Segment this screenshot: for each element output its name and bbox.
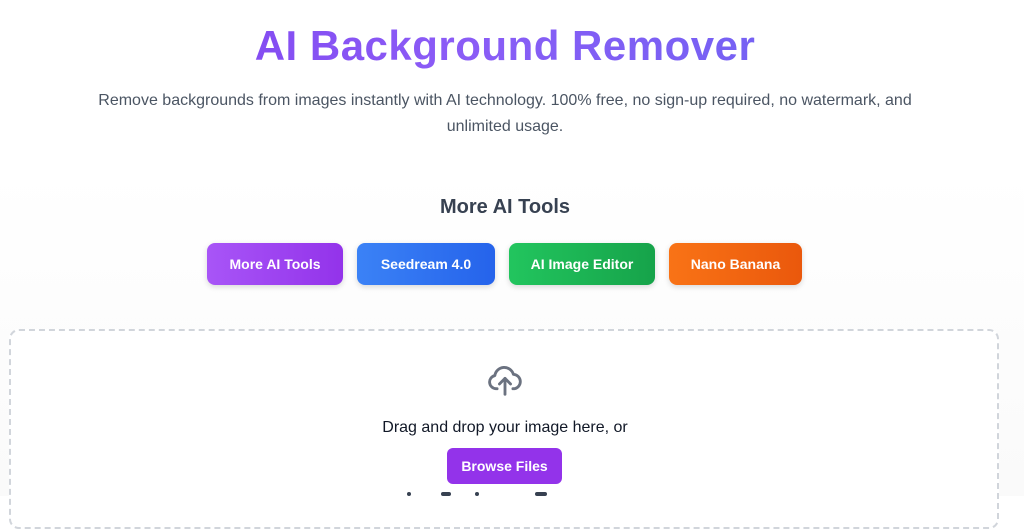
dropzone-prompt: Drag and drop your image here, or [382,419,628,436]
browse-files-button[interactable]: Browse Files [447,448,562,484]
ai-image-editor-button[interactable]: AI Image Editor [509,243,655,285]
cropped-text-fragment [405,490,605,496]
cloud-upload-icon [488,366,522,396]
nano-banana-button[interactable]: Nano Banana [669,243,802,285]
page-subtitle: Remove backgrounds from images instantly… [0,88,1010,140]
tools-heading: More AI Tools [440,196,570,218]
subtitle-line-2: unlimited usage. [446,118,564,135]
seedream-button[interactable]: Seedream 4.0 [357,243,495,285]
page-title: AI Background Remover [0,18,1010,74]
more-ai-tools-button[interactable]: More AI Tools [207,243,343,285]
subtitle-line-1: Remove backgrounds from images instantly… [98,92,912,109]
